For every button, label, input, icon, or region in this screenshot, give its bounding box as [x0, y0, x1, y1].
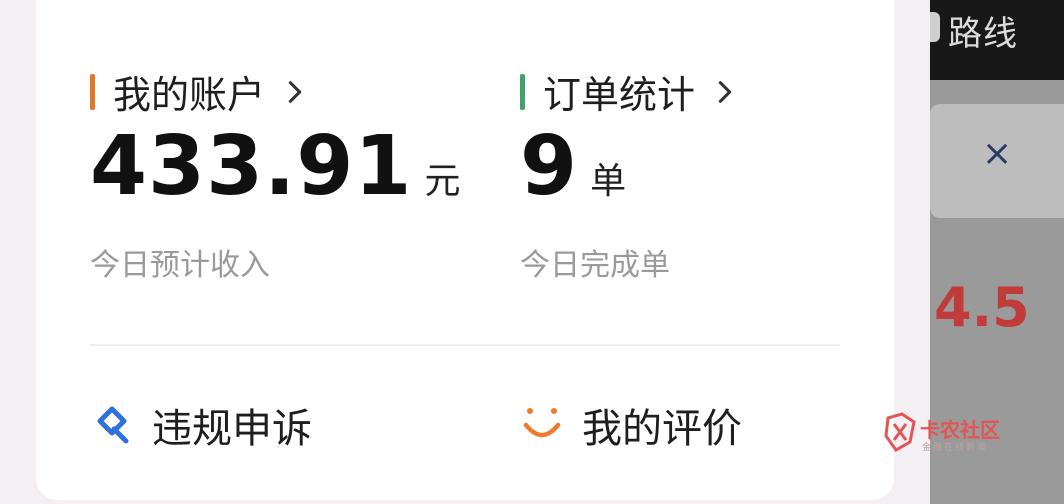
smile-icon	[523, 408, 561, 438]
close-icon[interactable]: ×	[982, 136, 1012, 172]
account-title: 我的账户	[113, 73, 266, 117]
account-accent-bar	[90, 73, 95, 110]
route-label[interactable]: 路线	[948, 6, 1018, 55]
my-reviews-label: 我的评价	[582, 406, 742, 452]
appeal-button[interactable]: 违规申诉	[90, 396, 312, 454]
account-value-row: 433.91 元	[90, 126, 460, 208]
orders-value-row: 9 单	[520, 126, 626, 208]
orders-subtitle: 今日完成单	[520, 248, 670, 283]
chevron-right-icon	[718, 80, 732, 103]
watermark-title: 卡农社区	[920, 418, 1000, 442]
my-reviews-button[interactable]: 我的评价	[520, 396, 742, 454]
partial-amount: 4.5	[934, 276, 1030, 339]
appeal-label: 违规申诉	[152, 406, 312, 452]
orders-count: 9	[520, 119, 579, 214]
watermark: 卡农社区 金融在线新闻	[884, 412, 1014, 456]
account-subtitle: 今日预计收入	[90, 248, 270, 283]
watermark-subtitle: 金融在线新闻	[922, 443, 989, 453]
orders-title: 订单统计	[543, 73, 696, 117]
account-balance: 433.91	[90, 119, 413, 214]
route-icon	[930, 12, 940, 42]
appeal-icon	[97, 406, 129, 444]
route-topbar: 路线	[930, 0, 1064, 80]
watermark-logo-icon	[884, 412, 916, 452]
account-header[interactable]: 我的账户	[90, 64, 309, 119]
orders-unit: 单	[590, 161, 627, 202]
chevron-right-icon	[288, 80, 302, 103]
orders-header[interactable]: 订单统计	[520, 64, 739, 119]
divider	[90, 344, 840, 346]
summary-card: 我的账户 433.91 元 今日预计收入 订单统计 9 单 今日完成单 违规申诉	[36, 0, 894, 500]
account-unit: 元	[424, 161, 461, 202]
orders-accent-bar	[520, 73, 525, 110]
